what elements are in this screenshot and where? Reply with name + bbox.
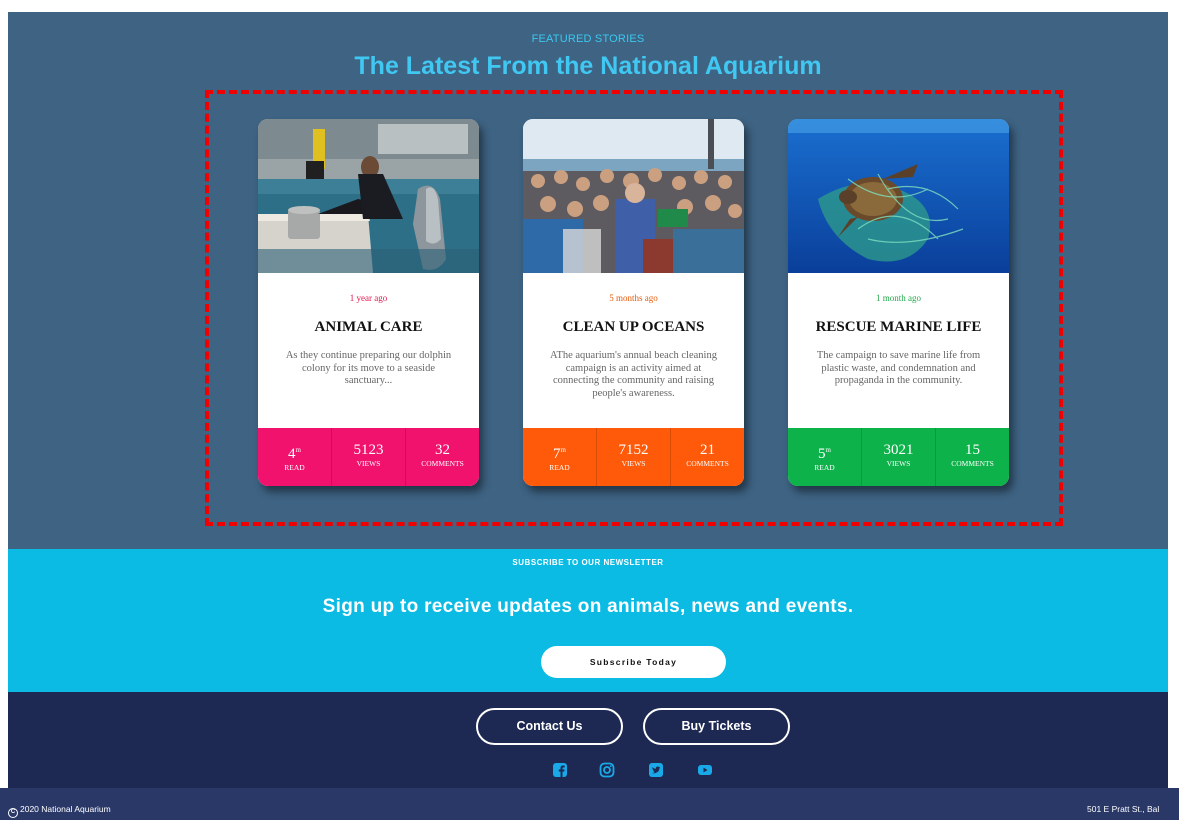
read-label: READ [284, 463, 305, 472]
comments-value: 32 [435, 442, 450, 458]
stat-read: 4m READ [258, 428, 332, 486]
views-value: 7152 [618, 442, 649, 458]
twitter-icon[interactable] [648, 762, 664, 778]
read-unit: m [295, 446, 301, 454]
address-text: 501 E Pratt St., Bal [1087, 804, 1160, 814]
card-time: 1 year ago [349, 293, 388, 303]
card-title[interactable]: ANIMAL CARE [258, 319, 479, 336]
read-label: READ [549, 463, 570, 472]
card-description: As they continue preparing our dolphin c… [285, 350, 452, 386]
stat-read: 5m READ [788, 428, 862, 486]
views-value: 3021 [883, 442, 914, 458]
comments-value: 15 [965, 442, 980, 458]
card-description: The campaign to save marine life from pl… [816, 350, 981, 386]
card-stats-bar: 5m READ 3021 VIEWS 15 COMMENTS [788, 428, 1009, 486]
read-value: 7 [553, 446, 561, 462]
beach-cleanup-crowd-photo [523, 119, 744, 273]
card-time: 5 months ago [609, 293, 658, 303]
bottom-bar: C 2020 National Aquarium 501 E Pratt St.,… [0, 788, 1179, 820]
story-card-clean-up-oceans[interactable]: 5 months ago CLEAN UP OCEANS AThe aquari… [523, 119, 744, 486]
card-time: 1 month ago [876, 293, 921, 303]
copyright-text: 2020 National Aquarium [20, 804, 111, 814]
stat-views: 5123 VIEWS [332, 428, 406, 486]
stat-views: 7152 VIEWS [597, 428, 671, 486]
views-value: 5123 [353, 442, 384, 458]
footer: Contact Us Buy Tickets [8, 692, 1168, 788]
comments-label: COMMENTS [421, 459, 464, 468]
comments-label: COMMENTS [951, 459, 994, 468]
read-value: 5 [818, 446, 826, 462]
views-label: VIEWS [886, 459, 911, 468]
card-stats-bar: 4m READ 5123 VIEWS 32 COMMENTS [258, 428, 479, 486]
newsletter-eyebrow: SUBSCRIBE TO OUR NEWSLETTER [512, 558, 664, 567]
read-value: 4 [288, 446, 296, 462]
instagram-icon[interactable] [599, 762, 615, 778]
featured-stories-section: FEATURED STORIES The Latest From the Nat… [8, 12, 1168, 549]
card-title[interactable]: RESCUE MARINE LIFE [788, 319, 1009, 336]
newsletter-section: SUBSCRIBE TO OUR NEWSLETTER Sign up to r… [8, 549, 1168, 692]
comments-value: 21 [700, 442, 715, 458]
copyright: C 2020 National Aquarium [8, 804, 111, 818]
read-unit: m [825, 446, 831, 454]
stat-read: 7m READ [523, 428, 597, 486]
sea-turtle-net-photo [788, 119, 1009, 273]
story-card-animal-care[interactable]: 1 year ago ANIMAL CARE As they continue … [258, 119, 479, 486]
section-title: The Latest From the National Aquarium [354, 52, 822, 80]
facebook-icon[interactable] [552, 762, 568, 778]
story-card-rescue-marine-life[interactable]: 1 month ago RESCUE MARINE LIFE The campa… [788, 119, 1009, 486]
section-eyebrow: FEATURED STORIES [531, 33, 645, 45]
contact-us-button[interactable]: Contact Us [476, 708, 623, 745]
stat-comments[interactable]: 32 COMMENTS [406, 428, 479, 486]
newsletter-title: Sign up to receive updates on animals, n… [322, 596, 854, 617]
views-label: VIEWS [621, 459, 646, 468]
card-description: AThe aquarium's annual beach cleaning ca… [550, 350, 717, 399]
stat-comments[interactable]: 21 COMMENTS [671, 428, 744, 486]
card-stats-bar: 7m READ 7152 VIEWS 21 COMMENTS [523, 428, 744, 486]
stat-comments[interactable]: 15 COMMENTS [936, 428, 1009, 486]
buy-tickets-button[interactable]: Buy Tickets [643, 708, 790, 745]
dolphin-trainer-photo [258, 119, 479, 273]
subscribe-button[interactable]: Subscribe Today [541, 646, 726, 678]
stat-views: 3021 VIEWS [862, 428, 936, 486]
views-label: VIEWS [356, 459, 381, 468]
card-title[interactable]: CLEAN UP OCEANS [523, 319, 744, 336]
youtube-icon[interactable] [697, 762, 713, 778]
comments-label: COMMENTS [686, 459, 729, 468]
read-label: READ [814, 463, 835, 472]
copyright-icon: C [8, 808, 18, 818]
read-unit: m [560, 446, 566, 454]
